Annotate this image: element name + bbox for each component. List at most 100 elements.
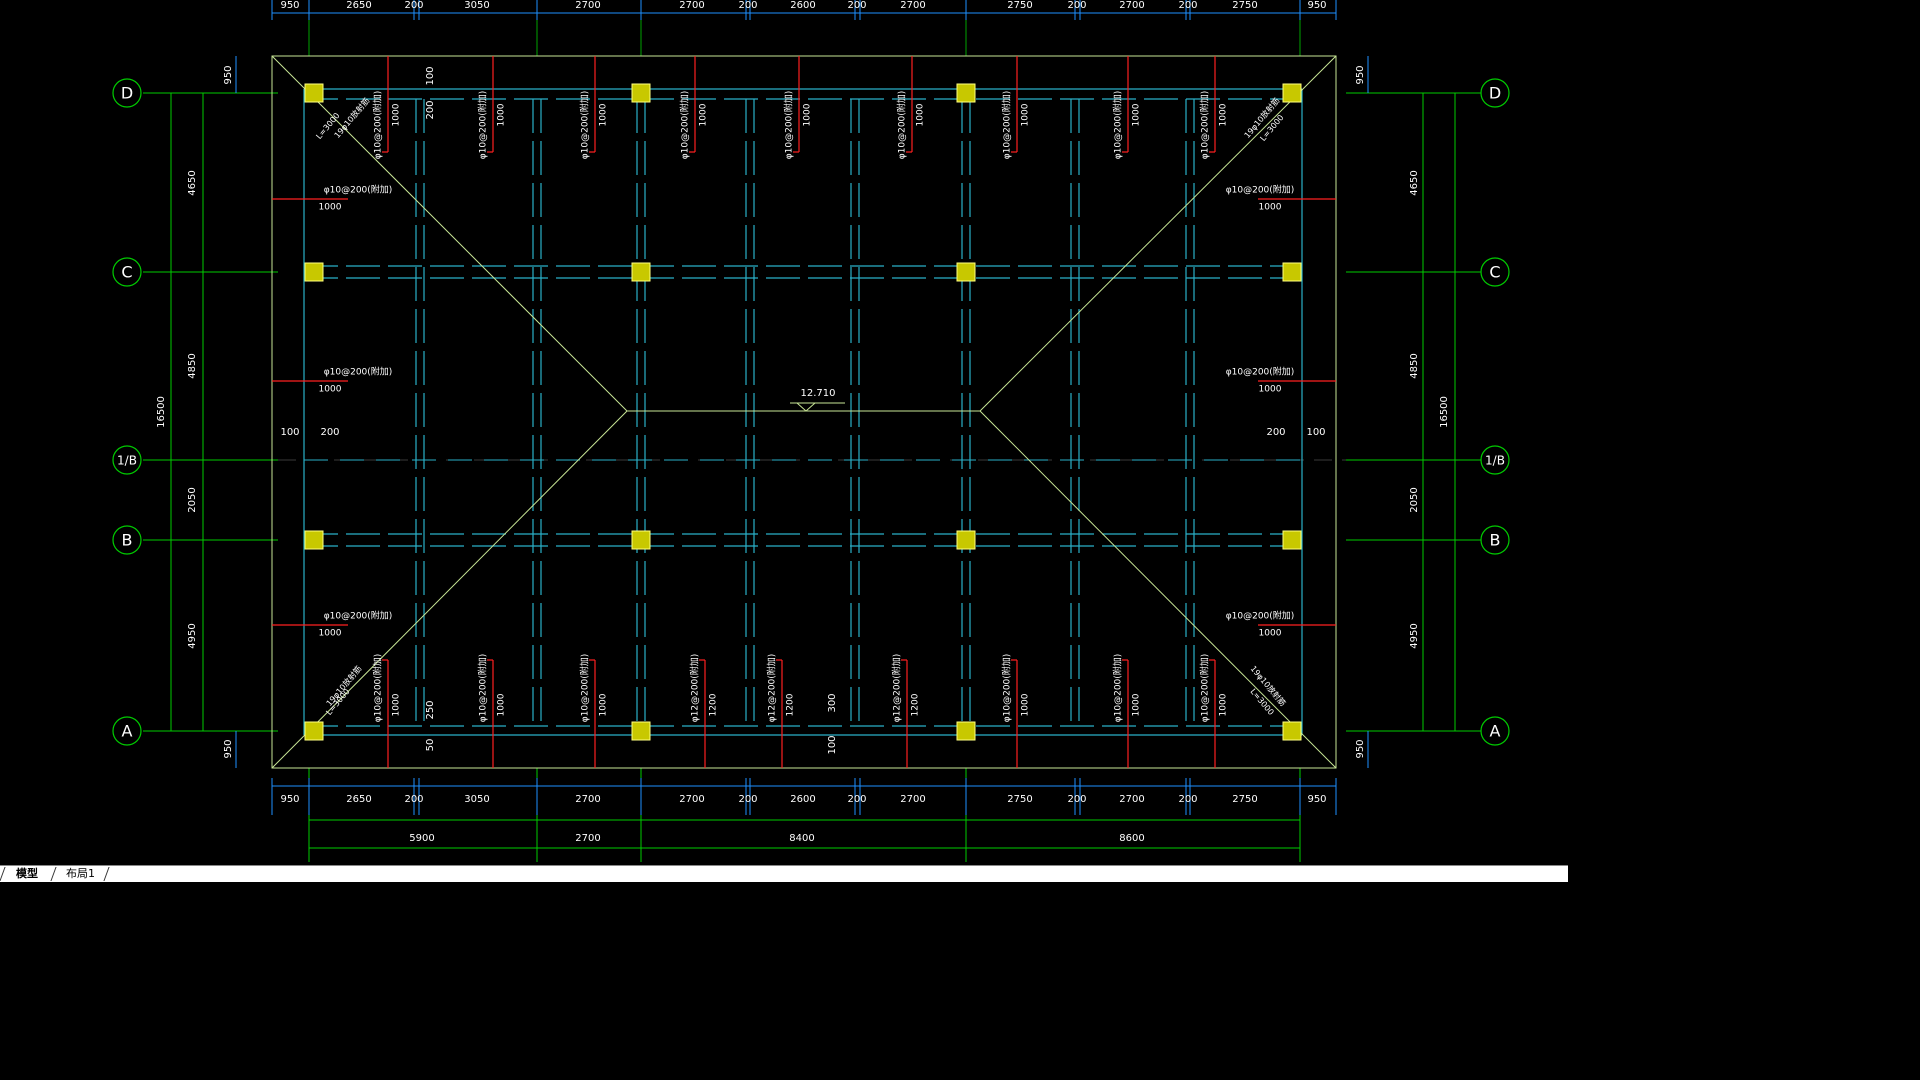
dim-top-2: 200 (404, 0, 423, 11)
dim-bottom-4: 2700 (575, 794, 600, 805)
column (956, 262, 976, 282)
rebar-length: 1000 (319, 629, 342, 639)
rebar-label: φ10@200(附加) (372, 91, 384, 160)
grid-bubble-label: B (122, 531, 133, 550)
tab-separator (50, 867, 57, 881)
rebar-length: 1000 (1259, 203, 1282, 213)
rebar-length: 1000 (497, 693, 507, 716)
grid-bubble-label: C (1489, 263, 1500, 282)
rebar-label: φ10@200(附加) (372, 654, 384, 723)
dim-top-3: 3050 (464, 0, 489, 11)
column (1282, 262, 1302, 282)
tab-model[interactable]: 模型 (10, 866, 44, 882)
dim-right-0: 4650 (1409, 170, 1420, 195)
dim-bottom-0: 950 (280, 794, 299, 805)
rebar-label: φ10@200(附加) (783, 91, 795, 160)
rebar-label: φ10@200(附加) (1226, 184, 1295, 196)
dim-left-2: 2050 (187, 487, 198, 512)
rebar-length: 1200 (709, 693, 719, 716)
dim-left-0: 4650 (187, 170, 198, 195)
dim-bottom-9: 2700 (900, 794, 925, 805)
rebar-length: 1000 (1021, 693, 1031, 716)
dim-misc: 100 (280, 427, 299, 438)
dim-misc: 200 (425, 100, 436, 119)
column (631, 262, 651, 282)
rebar-length: 1000 (497, 103, 507, 126)
column (956, 530, 976, 550)
rebar-length: 1000 (803, 103, 813, 126)
dim-bottom-11: 200 (1067, 794, 1086, 805)
column (1282, 530, 1302, 550)
rebar-length: 1000 (1259, 385, 1282, 395)
rebar-label: φ10@200(附加) (1226, 610, 1295, 622)
grid-bubble-label: A (1490, 722, 1501, 741)
rebar-label: φ12@200(附加) (689, 654, 701, 723)
dim-top-15: 950 (1307, 0, 1326, 11)
rebar-length: 1000 (1021, 103, 1031, 126)
dim-edge-text: 950 (223, 65, 234, 84)
rebar-label: φ10@200(附加) (477, 91, 489, 160)
dim-top-7: 2600 (790, 0, 815, 11)
dim-bottom-1: 2650 (346, 794, 371, 805)
grid-bubble-label: 1/B (117, 454, 137, 468)
dim-top-13: 200 (1178, 0, 1197, 11)
rebar-length: 1000 (1219, 103, 1229, 126)
dim-bottom-12: 2700 (1119, 794, 1144, 805)
grid-bubbles[interactable]: D D C C 1/B 1/B B B A A (112, 78, 1510, 746)
rebar-length: 1000 (699, 103, 709, 126)
roof-eave (271, 55, 1337, 769)
tab-layout1[interactable]: 布局1 (60, 866, 101, 882)
rebar-length: 1000 (916, 103, 926, 126)
dim-top-4: 2700 (575, 0, 600, 11)
dim-bottom-5: 2700 (679, 794, 704, 805)
dim-top-5: 2700 (679, 0, 704, 11)
rebar-label: φ10@200(附加) (1112, 91, 1124, 160)
rebar-marks (272, 56, 1336, 768)
dim-misc: 100 (827, 735, 838, 754)
dim-misc: 250 (425, 700, 436, 719)
dim-bottom-3: 3050 (464, 794, 489, 805)
dim-total-1: 2700 (575, 833, 600, 844)
rebar-label: φ10@200(附加) (679, 91, 691, 160)
dim-top-0: 950 (280, 0, 299, 11)
dim-top-14: 2750 (1232, 0, 1257, 11)
elevation-mark (795, 402, 817, 412)
dim-total-0: 5900 (409, 833, 434, 844)
dim-top-8: 200 (847, 0, 866, 11)
dim-misc: 100 (425, 66, 436, 85)
dim-bottom-15: 950 (1307, 794, 1326, 805)
rebar-length: 1200 (911, 693, 921, 716)
rebar-length: 1000 (319, 203, 342, 213)
dim-bottom-2: 200 (404, 794, 423, 805)
dim-total-2: 8400 (789, 833, 814, 844)
dim-misc: 200 (1266, 427, 1285, 438)
dim-misc: 300 (827, 693, 838, 712)
dim-left-total-text: 16500 (156, 396, 167, 428)
dim-edge-text: 950 (1355, 65, 1366, 84)
hip-line (271, 410, 628, 769)
dim-bottom-7: 2600 (790, 794, 815, 805)
rebar-label: φ10@200(附加) (477, 654, 489, 723)
rebar-label: φ10@200(附加) (896, 91, 908, 160)
dim-top-1: 2650 (346, 0, 371, 11)
rebar-label: φ10@200(附加) (1001, 654, 1013, 723)
column (304, 262, 324, 282)
grid-bubble-label: A (122, 722, 133, 741)
dim-top-9: 2700 (900, 0, 925, 11)
column (304, 83, 324, 103)
dim-right-3: 4950 (1409, 623, 1420, 648)
dim-right-1: 4850 (1409, 353, 1420, 378)
dim-misc: 50 (425, 739, 436, 752)
hip-line (271, 55, 628, 412)
rebar-length: 1000 (599, 103, 609, 126)
rebar-label: φ10@200(附加) (324, 610, 393, 622)
column (304, 721, 324, 741)
rebar-label: φ10@200(附加) (1226, 366, 1295, 378)
hip-line (979, 55, 1337, 412)
rebar-length: 1000 (319, 385, 342, 395)
dim-misc: 200 (320, 427, 339, 438)
dim-bottom-14: 2750 (1232, 794, 1257, 805)
cad-drawing-canvas[interactable]: 12.710 φ10@200(附加) 1000 φ10@200(附加) 1000 φ10@… (0, 0, 1568, 865)
dim-bottom-10: 2750 (1007, 794, 1032, 805)
dim-top-11: 200 (1067, 0, 1086, 11)
